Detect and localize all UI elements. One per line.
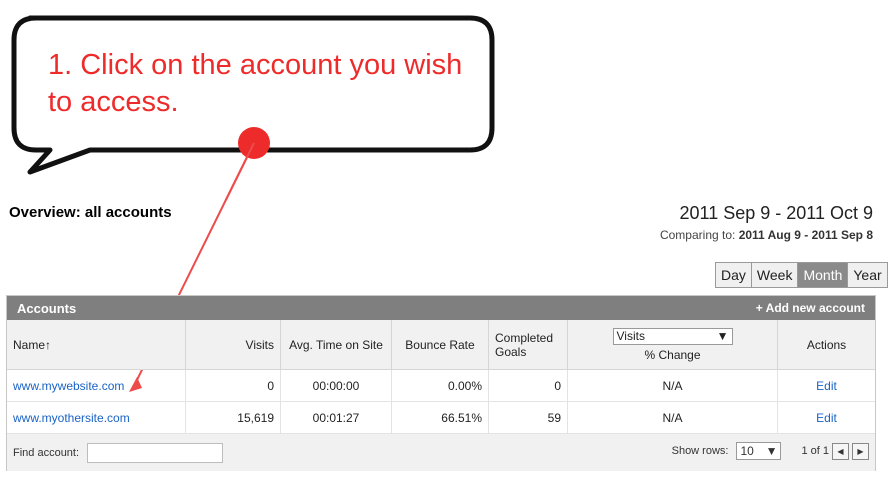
edit-link[interactable]: Edit xyxy=(816,411,837,425)
period-day-button[interactable]: Day xyxy=(716,263,752,287)
table-row: www.mywebsite.com 0 00:00:00 0.00% 0 N/A… xyxy=(7,369,875,402)
account-link[interactable]: www.myothersite.com xyxy=(13,411,130,425)
col-actions-header: Actions xyxy=(777,320,875,370)
chevron-down-icon: ▼ xyxy=(765,444,778,458)
metric-select-value: Visits xyxy=(616,329,645,343)
actions-cell: Edit xyxy=(777,369,875,402)
col-name-header[interactable]: Name↑ xyxy=(7,320,186,370)
col-bounce-header[interactable]: Bounce Rate xyxy=(391,320,489,370)
sort-ascending-icon: ↑ xyxy=(45,337,52,352)
find-account-label: Find account: xyxy=(13,446,80,459)
show-rows-select[interactable]: 10 ▼ xyxy=(736,442,782,460)
col-goals-header[interactable]: Completed Goals xyxy=(488,320,568,370)
col-avg-time-header[interactable]: Avg. Time on Site xyxy=(280,320,392,370)
bounce-cell: 0.00% xyxy=(391,369,489,402)
col-name-label: Name xyxy=(13,337,46,352)
change-cell: N/A xyxy=(567,401,778,434)
actions-cell: Edit xyxy=(777,401,875,434)
show-rows-label: Show rows: xyxy=(671,445,729,457)
table-header-row: Name↑ Visits Avg. Time on Site Bounce Ra… xyxy=(7,320,875,370)
period-week-button[interactable]: Week xyxy=(751,263,799,287)
accounts-header: Accounts + Add new account xyxy=(7,296,875,320)
find-account-input[interactable] xyxy=(87,442,224,463)
account-name-cell: www.myothersite.com xyxy=(7,401,186,434)
page-title: Overview: all accounts xyxy=(9,204,172,221)
period-month-button[interactable]: Month xyxy=(798,263,849,287)
accounts-panel: Accounts + Add new account Name↑ Visits … xyxy=(6,295,876,471)
goals-cell: 0 xyxy=(488,369,568,402)
pagination-controls: Show rows: 10 ▼ 1 of 1 ◀ ▶ xyxy=(672,442,869,460)
edit-link[interactable]: Edit xyxy=(816,379,837,393)
period-year-button[interactable]: Year xyxy=(848,263,887,287)
show-rows-value: 10 xyxy=(740,444,754,458)
avg-time-cell: 00:01:27 xyxy=(280,401,392,434)
visits-cell: 0 xyxy=(185,369,281,402)
avg-time-cell: 00:00:00 xyxy=(280,369,392,402)
visits-cell: 15,619 xyxy=(185,401,281,434)
period-selector: Day Week Month Year xyxy=(715,262,888,288)
accounts-table: Name↑ Visits Avg. Time on Site Bounce Ra… xyxy=(7,320,875,434)
table-footer: Find account: Show rows: 10 ▼ 1 of 1 ◀ ▶ xyxy=(7,434,875,471)
pagination-text: 1 of 1 xyxy=(801,445,829,457)
change-label: % Change xyxy=(644,347,701,362)
bounce-cell: 66.51% xyxy=(391,401,489,434)
next-page-icon[interactable]: ▶ xyxy=(852,442,869,460)
callout-text: 1. Click on the account you wish to acce… xyxy=(48,49,463,118)
account-link[interactable]: www.mywebsite.com xyxy=(13,379,124,393)
chevron-down-icon: ▼ xyxy=(716,329,729,343)
date-range[interactable]: 2011 Sep 9 - 2011 Oct 9 xyxy=(680,203,873,224)
col-change-header: Visits ▼ % Change xyxy=(567,320,778,370)
col-visits-header[interactable]: Visits xyxy=(185,320,281,370)
account-name-cell: www.mywebsite.com xyxy=(7,369,186,402)
accounts-title: Accounts xyxy=(17,300,77,316)
table-row: www.myothersite.com 15,619 00:01:27 66.5… xyxy=(7,401,875,434)
metric-select[interactable]: Visits ▼ xyxy=(612,327,733,345)
comparing-label: Comparing to: xyxy=(659,228,736,242)
comparing-value: 2011 Aug 9 - 2011 Sep 8 xyxy=(738,228,873,242)
change-cell: N/A xyxy=(567,369,778,402)
add-account-link[interactable]: + Add new account xyxy=(756,301,865,315)
prev-page-icon[interactable]: ◀ xyxy=(832,442,849,460)
comparing-range: Comparing to: 2011 Aug 9 - 2011 Sep 8 xyxy=(660,228,873,242)
goals-cell: 59 xyxy=(488,401,568,434)
